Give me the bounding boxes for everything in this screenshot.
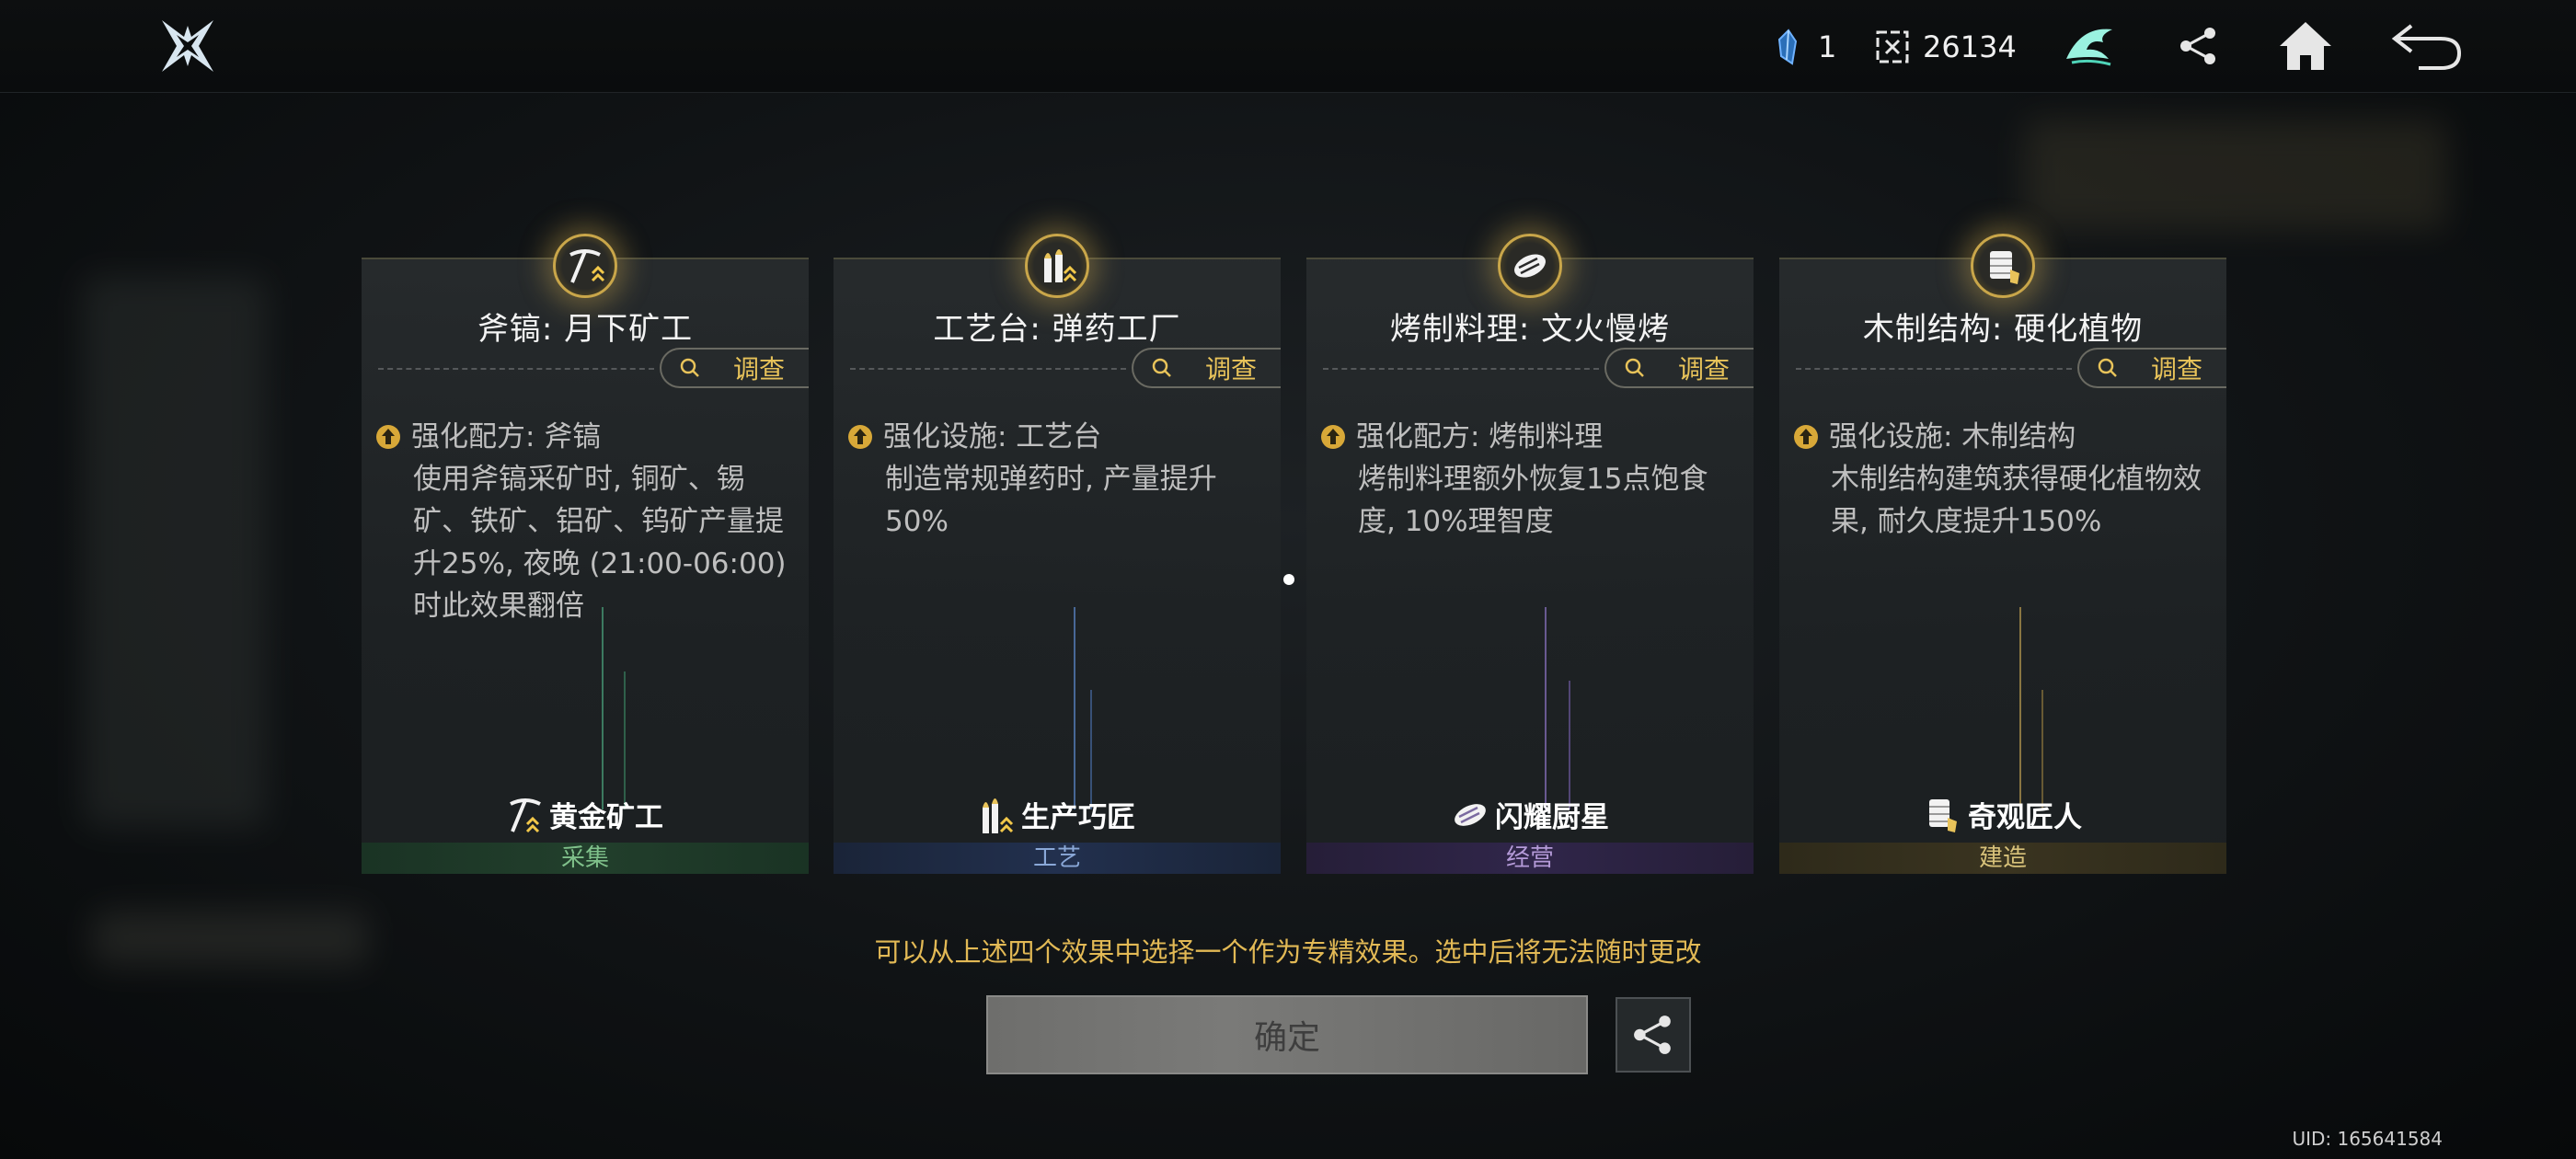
upgrade-arrow-icon xyxy=(848,425,872,449)
inspect-button[interactable]: 调查 xyxy=(1132,348,1281,388)
card-title: 斧镐: 月下矿工 xyxy=(477,311,694,348)
specialty-card-mining[interactable]: 斧镐: 月下矿工 调查 强化配方: 斧镐 使用斧镐采矿时, 铜矿、锡矿、铁矿、铝… xyxy=(362,234,809,874)
center-indicator-dot xyxy=(1283,574,1294,585)
effect-desc: 烤制料理额外恢复15点饱食度, 10%理智度 xyxy=(1358,463,1708,538)
card-title: 木制结构: 硬化植物 xyxy=(1862,311,2144,348)
role-label: 黄金矿工 xyxy=(362,794,809,835)
search-icon xyxy=(2098,358,2117,377)
effect-desc: 制造常规弹药时, 产量提升50% xyxy=(885,463,1217,538)
crystal-shard-icon xyxy=(1777,29,1798,65)
background-blur xyxy=(83,276,267,828)
pickaxe-icon xyxy=(510,798,541,832)
glow-lines xyxy=(1545,607,1570,809)
role-label: 生产巧匠 xyxy=(834,794,1281,835)
upgrade-arrow-icon xyxy=(376,425,400,449)
wood-structure-icon xyxy=(1990,251,2019,284)
guild-emblem-icon xyxy=(2066,29,2112,66)
effect-head: 强化配方: 斧镐 xyxy=(411,420,602,453)
wood-structure-icon xyxy=(1929,798,1957,832)
card-medal xyxy=(1025,234,1089,298)
upgrade-arrow-icon xyxy=(1321,425,1345,449)
token-count: 26134 xyxy=(1923,29,2017,64)
guild-emblem-button[interactable] xyxy=(2061,17,2120,75)
glow-lines xyxy=(1074,607,1092,809)
uid-label: UID: 165641584 xyxy=(2292,1128,2443,1150)
search-icon xyxy=(1625,358,1644,377)
back-arrow-icon xyxy=(2391,24,2462,70)
role-label: 奇观匠人 xyxy=(1779,794,2226,835)
effect-description: 强化设施: 木制结构 木制结构建筑获得硬化植物效果, 耐久度提升150% xyxy=(1792,416,2214,543)
effect-head: 强化设施: 工艺台 xyxy=(883,420,1102,453)
search-icon xyxy=(1152,358,1171,377)
effect-head: 强化配方: 烤制料理 xyxy=(1356,420,1604,453)
ammo-icon xyxy=(1044,249,1077,282)
card-title: 工艺台: 弹药工厂 xyxy=(933,311,1181,348)
card-title: 烤制料理: 文火慢烤 xyxy=(1389,311,1671,348)
inspect-button[interactable]: 调查 xyxy=(660,348,809,388)
search-icon xyxy=(680,358,699,377)
inspect-button[interactable]: 调查 xyxy=(1604,348,1754,388)
crystal-count: 1 xyxy=(1818,29,1837,64)
role-name: 黄金矿工 xyxy=(549,801,663,834)
currency-token[interactable]: 26134 xyxy=(1875,24,2017,70)
glow-lines xyxy=(602,607,626,809)
ammo-icon xyxy=(983,798,1014,833)
back-button[interactable] xyxy=(2390,17,2464,75)
divider xyxy=(1796,368,2072,370)
effect-description: 强化设施: 工艺台 制造常规弹药时, 产量提升50% xyxy=(846,416,1268,543)
role-name: 生产巧匠 xyxy=(1021,801,1135,834)
glow-lines xyxy=(2019,607,2043,809)
currency-crystal[interactable]: 1 xyxy=(1772,24,1836,70)
home-icon xyxy=(2280,22,2331,70)
pickaxe-icon xyxy=(569,249,605,283)
effect-description: 强化配方: 斧镐 使用斧镐采矿时, 铜矿、锡矿、铁矿、铝矿、钨矿产量提升25%,… xyxy=(374,416,796,627)
specialty-card-building[interactable]: 木制结构: 硬化植物 调查 强化设施: 木制结构 木制结构建筑获得硬化植物效果,… xyxy=(1779,234,2226,874)
category-bar: 工艺 xyxy=(834,843,1281,874)
share-icon xyxy=(1634,1016,1671,1054)
category-bar: 采集 xyxy=(362,843,809,874)
effect-description: 强化配方: 烤制料理 烤制料理额外恢复15点饱食度, 10%理智度 xyxy=(1319,416,1741,543)
share-result-button[interactable] xyxy=(1616,997,1691,1073)
specialty-card-crafting[interactable]: 工艺台: 弹药工厂 调查 强化设施: 工艺台 制造常规弹药时, 产量提升50% … xyxy=(834,234,1281,874)
share-icon xyxy=(2180,28,2215,64)
divider xyxy=(850,368,1126,370)
upgrade-arrow-icon xyxy=(1794,425,1818,449)
category-bar: 经营 xyxy=(1306,843,1754,874)
card-medal xyxy=(553,234,617,298)
token-icon xyxy=(1876,30,1909,63)
effect-desc: 木制结构建筑获得硬化植物效果, 耐久度提升150% xyxy=(1831,463,2202,538)
game-logo-icon[interactable] xyxy=(158,17,217,75)
effect-head: 强化设施: 木制结构 xyxy=(1829,420,2076,453)
inspect-label: 调查 xyxy=(1678,354,1731,384)
divider xyxy=(378,368,654,370)
role-label: 闪耀厨星 xyxy=(1306,794,1754,835)
inspect-label: 调查 xyxy=(1205,354,1258,384)
selection-hint: 可以从上述四个效果中选择一个作为专精效果。选中后将无法随时更改 xyxy=(874,936,1702,968)
divider xyxy=(1323,368,1599,370)
grilled-meat-icon xyxy=(1514,254,1546,278)
card-medal xyxy=(1971,234,2035,298)
top-bar: 1 26134 xyxy=(0,0,2576,93)
inspect-label: 调查 xyxy=(733,354,786,384)
inspect-button[interactable]: 调查 xyxy=(2077,348,2226,388)
home-button[interactable] xyxy=(2276,17,2335,75)
card-medal xyxy=(1498,234,1562,298)
confirm-button[interactable]: 确定 xyxy=(986,995,1588,1074)
specialty-card-cooking[interactable]: 烤制料理: 文火慢烤 调查 强化配方: 烤制料理 烤制料理额外恢复15点饱食度,… xyxy=(1306,234,1754,874)
inspect-label: 调查 xyxy=(2151,354,2203,384)
role-name: 闪耀厨星 xyxy=(1495,801,1609,834)
grilled-meat-icon xyxy=(1455,803,1486,826)
category-bar: 建造 xyxy=(1779,843,2226,874)
share-button[interactable] xyxy=(2169,17,2228,75)
role-name: 奇观匠人 xyxy=(1968,801,2082,834)
background-blur xyxy=(2024,120,2447,230)
